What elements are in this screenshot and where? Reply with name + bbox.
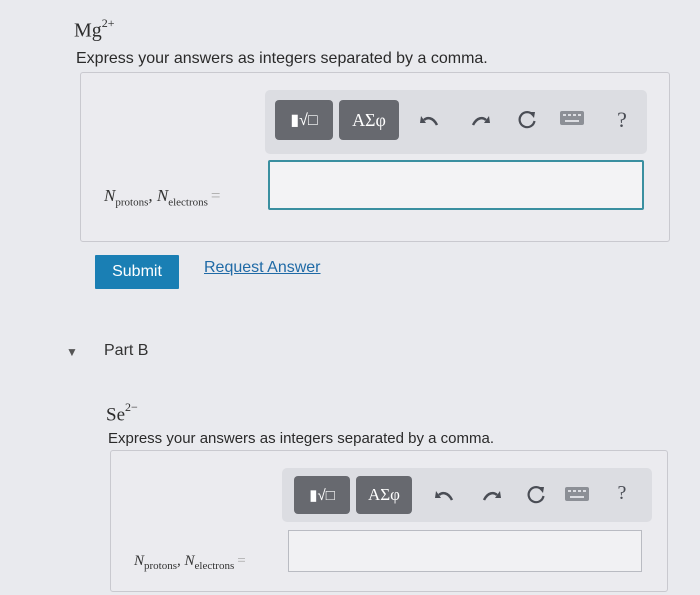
part-b-answer-input[interactable] — [288, 530, 642, 572]
request-answer-link[interactable]: Request Answer — [204, 259, 321, 277]
part-b-ion: Se2− — [106, 400, 138, 426]
protons-subscript: protons — [115, 196, 149, 209]
part-a-equation-label: Nprotons, Nelectrons = — [104, 186, 220, 208]
keyboard-icon[interactable] — [562, 482, 592, 506]
separator: , — [148, 186, 157, 205]
help-label: ? — [617, 481, 627, 504]
part-a-instruction: Express your answers as integers separat… — [76, 50, 488, 67]
reset-icon[interactable] — [511, 104, 543, 136]
greek-symbols-label: ΑΣφ — [352, 109, 386, 130]
reset-icon[interactable] — [520, 480, 552, 510]
n-symbol: N — [156, 186, 169, 205]
templates-label: ▮√□ — [309, 487, 335, 504]
separator: , — [177, 553, 185, 569]
redo-icon[interactable] — [465, 104, 497, 136]
keyboard-icon[interactable] — [557, 106, 587, 130]
templates-button[interactable]: ▮√□ — [275, 100, 333, 140]
collapse-caret-icon[interactable]: ▼ — [66, 345, 78, 359]
redo-icon[interactable] — [476, 480, 508, 510]
undo-icon[interactable] — [413, 104, 445, 136]
part-b-header[interactable]: Part B — [104, 342, 148, 360]
equals-sign: = — [237, 553, 246, 569]
undo-icon[interactable] — [428, 480, 460, 510]
greek-symbols-label: ΑΣφ — [368, 485, 400, 504]
help-label: ? — [617, 107, 627, 132]
ion-symbol: Se — [106, 404, 125, 426]
n-symbol: N — [184, 553, 195, 569]
part-b-math-toolbar: ▮√□ ΑΣφ ? — [282, 468, 652, 522]
ion-charge: 2− — [125, 400, 138, 414]
ion-symbol: Mg — [74, 19, 102, 42]
electrons-subscript: electrons — [194, 560, 235, 572]
equals-sign: = — [210, 186, 221, 205]
greek-symbols-button[interactable]: ΑΣφ — [356, 476, 412, 514]
part-a-ion: Mg2+ — [74, 16, 115, 43]
part-b-instruction: Express your answers as integers separat… — [108, 430, 495, 447]
greek-symbols-button[interactable]: ΑΣφ — [339, 100, 399, 140]
templates-label: ▮√□ — [290, 112, 318, 129]
submit-button[interactable]: Submit — [95, 255, 179, 289]
help-icon[interactable]: ? — [610, 478, 634, 508]
ion-charge: 2+ — [101, 16, 115, 30]
part-a-answer-input[interactable] — [268, 160, 644, 210]
part-a-math-toolbar: ▮√□ ΑΣφ ? — [265, 90, 647, 154]
protons-subscript: protons — [144, 560, 178, 572]
electrons-subscript: electrons — [168, 196, 208, 209]
templates-button[interactable]: ▮√□ — [294, 476, 350, 514]
n-symbol: N — [104, 186, 116, 205]
help-icon[interactable]: ? — [610, 104, 634, 136]
n-symbol: N — [134, 553, 145, 569]
part-b-equation-label: Nprotons, Nelectrons = — [134, 553, 246, 572]
